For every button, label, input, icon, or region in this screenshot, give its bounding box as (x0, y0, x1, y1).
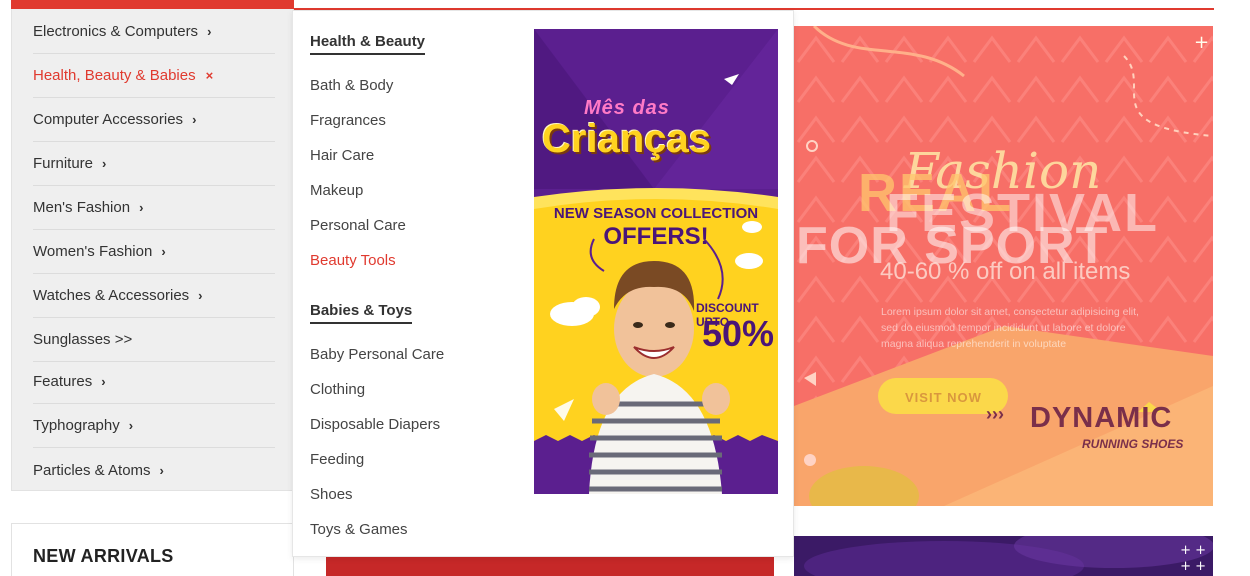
promo-headline2: OFFERS! (603, 223, 709, 250)
mega-menu-heading[interactable]: Health & Beauty (310, 33, 426, 55)
sidebar-item-label: Features (33, 373, 93, 390)
sidebar-item-watches-accessories[interactable]: Watches & Accessories › (33, 274, 275, 318)
svg-text:+ +: + + (1180, 559, 1206, 574)
close-icon[interactable]: × (206, 68, 214, 83)
mega-menu-link[interactable]: Personal Care (310, 217, 406, 234)
secondary-banner-art: + + + + (794, 536, 1213, 576)
chevron-right-icon: › (128, 418, 134, 433)
hero-body-text: Lorem ipsum dolor sit amet, consectetur … (881, 304, 1139, 352)
sidebar-item-label: Particles & Atoms (33, 461, 151, 479)
hero-brand-sub: RUNNING SHOES (1082, 437, 1184, 451)
sidebar-item-label: Furniture (33, 155, 94, 172)
sidebar-item-label: Watches & Accessories (33, 287, 190, 304)
chevron-right-icon: › (161, 244, 166, 259)
sidebar-item-label: Typhography (33, 417, 120, 434)
sidebar-top-accent (11, 0, 294, 9)
sidebar-item-furniture[interactable]: Furniture › (33, 142, 275, 186)
mega-menu-link[interactable]: Feeding (310, 451, 364, 468)
mega-menu-link[interactable]: Baby Personal Care (310, 346, 444, 363)
sidebar-item-sunglasses[interactable]: Sunglasses >> (33, 318, 275, 362)
page: Electronics & Computers › Health, Beauty… (0, 0, 1250, 576)
hero-body-line: magna aliqua reprehenderit in voluptate (881, 338, 1067, 350)
hero-offer-text: 40-60 % off on all items (880, 258, 1131, 285)
mega-menu-link-active[interactable]: Beauty Tools (310, 252, 396, 269)
sidebar-item-label: Electronics & Computers (33, 23, 199, 40)
sidebar-item-features[interactable]: Features › (33, 360, 275, 404)
sidebar-item-label: Computer Accessories (33, 111, 184, 128)
sidebar-item-label: Sunglasses >> (33, 331, 133, 348)
sidebar-item-label: Health, Beauty & Babies (33, 67, 196, 84)
secondary-banner[interactable]: + + + + (794, 536, 1213, 576)
mega-menu-link[interactable]: Bath & Body (310, 77, 393, 94)
hero-body-line: sed do eiusmod tempor incididunt ut labo… (881, 322, 1126, 334)
hero-body-line: Lorem ipsum dolor sit amet, consectetur … (881, 306, 1139, 318)
chevron-right-icon: › (192, 112, 197, 127)
mega-menu-link[interactable]: Clothing (310, 381, 365, 398)
mega-menu-heading[interactable]: Babies & Toys (310, 302, 413, 324)
sidebar-item-particles-atoms[interactable]: Particles & Atoms › (33, 448, 275, 492)
mega-menu-link[interactable]: Hair Care (310, 147, 374, 164)
promo-banner-strip[interactable] (326, 556, 774, 576)
svg-text:+ +: + + (1180, 543, 1206, 558)
chevron-right-icon: › (198, 288, 203, 303)
mega-menu-link[interactable]: Shoes (310, 486, 353, 503)
promo-brand-line2: Crianças (542, 117, 711, 161)
sidebar-item-womens-fashion[interactable]: Women's Fashion › (33, 230, 275, 274)
chevron-right-icon: › (102, 156, 107, 171)
mega-menu-link[interactable]: Toys & Games (310, 521, 408, 538)
new-arrivals-panel: NEW ARRIVALS (11, 523, 294, 576)
mega-menu-link[interactable]: Fragrances (310, 112, 386, 129)
new-arrivals-title: NEW ARRIVALS (33, 546, 174, 566)
mega-menu-link[interactable]: Makeup (310, 182, 363, 199)
sidebar-item-health-beauty-babies[interactable]: Health, Beauty & Babies × (33, 54, 275, 98)
sidebar-item-label: Men's Fashion (33, 199, 131, 216)
mega-menu-dropdown: Health & Beauty Bath & Body Fragrances H… (292, 10, 794, 557)
sidebar-item-computer-accessories[interactable]: Computer Accessories › (33, 98, 275, 142)
sidebar-item-typhography[interactable]: Typhography › (33, 404, 275, 448)
sidebar-item-label: Women's Fashion (33, 243, 153, 260)
hero-brand: DYNAMIC (1030, 402, 1173, 434)
chevrons-icon: ››› (986, 404, 1004, 424)
promo-discount-value: 50% (702, 313, 775, 354)
sidebar-item-electronics[interactable]: Electronics & Computers › (33, 10, 275, 54)
visit-now-button[interactable]: VISIT NOW (905, 390, 982, 405)
kids-promo-banner[interactable]: Mês das Crianças NEW SEASON COLLECTION O… (534, 29, 778, 494)
hero-banner[interactable]: + Fashion REAL FESTIVAL FOR SPORT 40-60 … (794, 26, 1213, 506)
chevron-right-icon: › (159, 462, 164, 478)
chevron-right-icon: › (139, 200, 144, 215)
chevron-right-icon: › (207, 24, 212, 39)
mega-menu-link[interactable]: Disposable Diapers (310, 416, 440, 433)
svg-text:+: + (1194, 32, 1209, 53)
category-sidebar: Electronics & Computers › Health, Beauty… (11, 9, 294, 491)
chevron-right-icon: › (101, 374, 106, 389)
sidebar-item-mens-fashion[interactable]: Men's Fashion › (33, 186, 275, 230)
promo-headline1: NEW SEASON COLLECTION (553, 205, 759, 222)
